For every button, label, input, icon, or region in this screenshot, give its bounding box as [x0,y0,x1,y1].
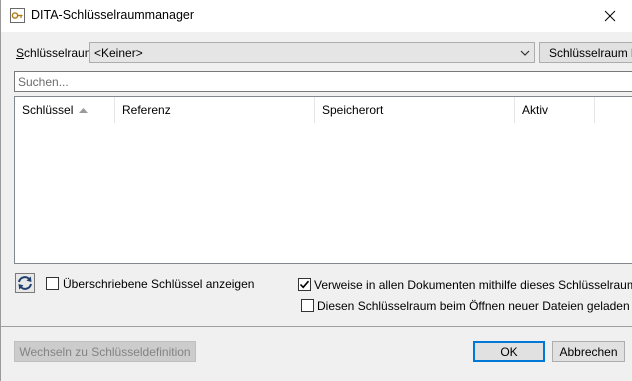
refresh-icon [15,273,35,293]
checkmark-icon [299,280,310,289]
title-bar: DITA-Schlüsselraummanager [1,0,632,32]
close-icon [604,10,616,22]
keyspace-label: Schlüsselraum: [16,46,98,60]
footer-separator [1,326,632,327]
column-header-key[interactable]: Schlüssel [15,97,115,123]
cancel-button[interactable]: Abbrechen [552,341,625,362]
load-keyspace-button[interactable]: Schlüsselraum laden [539,42,632,63]
keyspace-manager-window: DITA-Schlüsselraummanager Schlüsselraum:… [0,0,632,381]
key-icon [10,8,25,23]
column-header-active[interactable]: Aktiv [515,97,595,123]
show-overwritten-label: Überschriebene Schlüssel anzeigen [63,277,254,291]
ok-button[interactable]: OK [473,341,545,362]
column-header-reference[interactable]: Referenz [115,97,315,123]
resolve-in-all-docs-label: Verweise in allen Dokumenten mithilfe di… [314,278,632,292]
column-header-location-label: Speicherort [322,103,384,117]
refresh-button[interactable] [15,273,35,293]
column-header-reference-label: Referenz [122,103,171,117]
close-button[interactable] [587,0,632,32]
column-header-location[interactable]: Speicherort [315,97,515,123]
search-field[interactable] [14,71,632,92]
switch-to-key-definition-label: Wechseln zu Schlüsseldefinition [19,344,191,359]
keys-table[interactable]: Schlüssel Referenz Speicherort Aktiv [14,96,632,264]
window-title: DITA-Schlüsselraummanager [31,8,195,22]
keyspace-select-value: <Keiner> [94,46,143,60]
keyspace-label-text: chlüsselraum: [24,46,99,60]
show-overwritten-label-text: Überschriebene Schlüssel anzeigen [63,277,255,291]
chevron-down-icon [520,50,530,56]
keep-loaded-label: Diesen Schlüsselraum beim Öffnen neuer D… [317,299,632,313]
keep-loaded-checkbox[interactable] [301,299,314,312]
ok-label: OK [500,344,518,359]
keyspace-label-mnemonic: S [16,46,25,60]
search-input[interactable] [15,72,632,91]
switch-to-key-definition-button[interactable]: Wechseln zu Schlüsseldefinition [14,341,196,362]
resolve-in-all-docs-checkbox[interactable] [298,278,311,291]
show-overwritten-checkbox[interactable] [46,277,59,290]
column-header-active-label: Aktiv [522,103,549,117]
keyspace-select[interactable]: <Keiner> [89,42,535,63]
cancel-label: Abbrechen [559,344,618,359]
load-keyspace-label: Schlüsselraum laden [549,45,632,60]
sort-ascending-icon [79,108,88,113]
column-header-key-label: Schlüssel [22,103,74,117]
